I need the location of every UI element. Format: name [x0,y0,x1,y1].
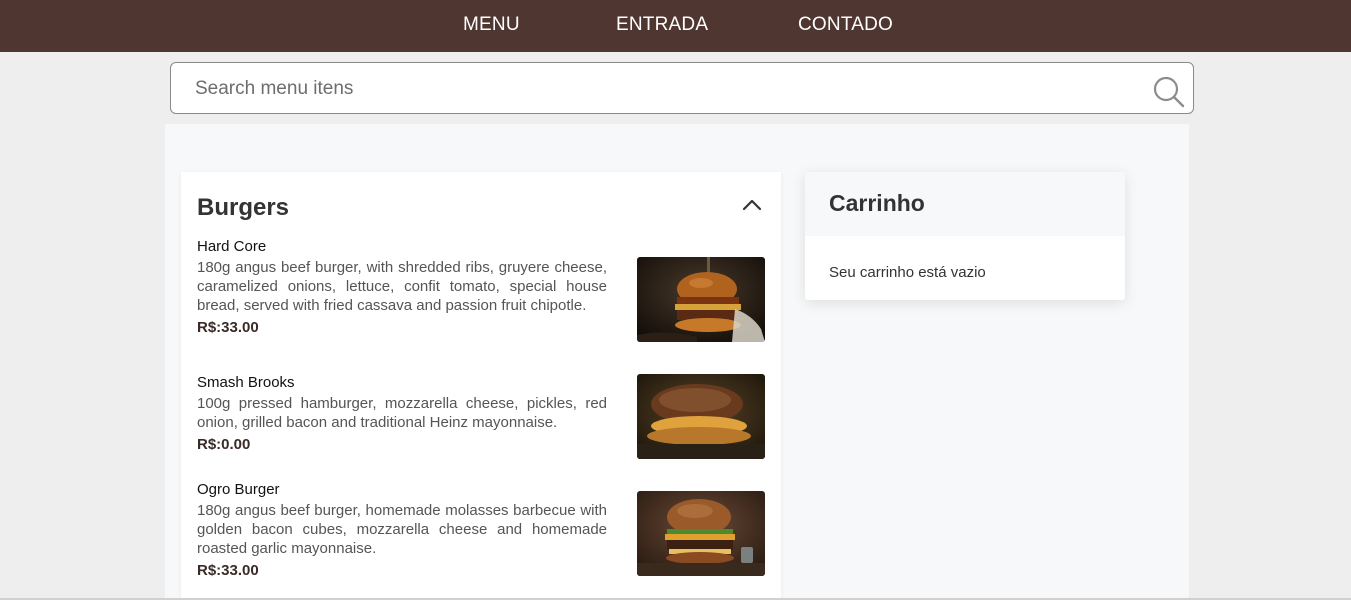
item-description: 180g angus beef burger, with shredded ri… [197,259,607,314]
nav-link-menu[interactable]: MENU [463,14,520,36]
menu-item[interactable]: Ogro Burger 180g angus beef burger, home… [197,481,765,579]
menu-item[interactable]: Smash Brooks 100g pressed hamburger, moz… [197,374,765,459]
item-photo [637,491,765,576]
cart-panel: Carrinho Seu carrinho está vazio [805,172,1125,300]
item-description: 180g angus beef burger, homemade molasse… [197,502,607,557]
search-input[interactable] [195,75,1135,103]
burger-photo-icon [637,374,765,459]
cart-title: Carrinho [829,190,925,216]
menu-category-card: Burgers Hard Core 180g angus beef burger… [181,172,781,600]
category-title: Burgers [197,194,290,221]
cart-header: Carrinho [805,172,1125,236]
item-photo [637,257,765,342]
item-description: 100g pressed hamburger, mozzarella chees… [197,395,607,431]
chevron-up-icon[interactable] [741,196,763,214]
burger-photo-icon [637,257,765,342]
top-navigation: MENU ENTRADA CONTADO [0,0,1351,52]
cart-empty-message: Seu carrinho está vazio [829,264,986,281]
search-bar [170,62,1194,114]
burger-photo-icon [637,491,765,576]
menu-item[interactable]: Hard Core 180g angus beef burger, with s… [197,238,765,342]
item-photo [637,374,765,459]
item-name: Hard Core [197,238,267,255]
nav-link-entrada[interactable]: ENTRADA [616,14,708,36]
search-icon[interactable] [1153,76,1185,108]
nav-link-contato[interactable]: CONTADO [798,14,893,36]
